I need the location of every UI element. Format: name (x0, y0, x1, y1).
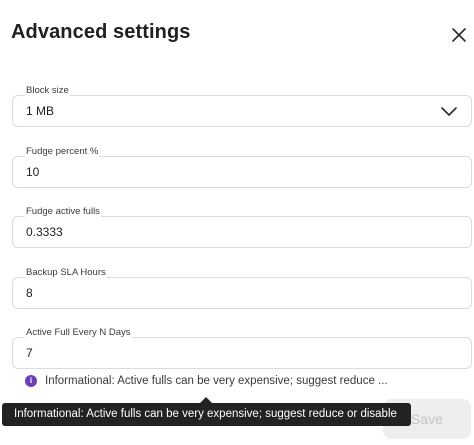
fudge-percent-label: Fudge percent % (25, 146, 100, 158)
info-icon: i (25, 375, 37, 387)
fudge-percent-field-container: Fudge percent % (12, 146, 472, 188)
backup-sla-hours-label: Backup SLA Hours (25, 267, 107, 279)
fudge-active-fulls-label: Fudge active fulls (25, 206, 101, 218)
fudge-active-fulls-field-container: Fudge active fulls (12, 206, 472, 248)
close-button[interactable] (448, 24, 470, 46)
dialog-title: Advanced settings (11, 21, 191, 43)
tooltip: Informational: Active fulls can be very … (2, 403, 411, 426)
block-size-label: Block size (25, 85, 70, 97)
fudge-percent-input[interactable] (26, 165, 426, 179)
backup-sla-hours-field-container: Backup SLA Hours (12, 267, 472, 309)
advanced-settings-dialog: Advanced settings Block size 1 MB Fudge … (0, 0, 474, 445)
chevron-down-icon[interactable] (440, 105, 458, 117)
active-full-every-n-days-label: Active Full Every N Days (25, 327, 132, 339)
active-full-every-n-days-input[interactable] (26, 346, 426, 360)
info-hint-text: Informational: Active fulls can be very … (45, 375, 388, 387)
block-size-select[interactable]: Block size 1 MB (12, 85, 472, 127)
fudge-active-fulls-input[interactable] (26, 225, 426, 239)
active-full-every-n-days-field-container: Active Full Every N Days (12, 327, 472, 369)
block-size-value: 1 MB (26, 104, 55, 118)
info-hint[interactable]: i Informational: Active fulls can be ver… (25, 374, 388, 388)
close-icon (452, 28, 466, 42)
backup-sla-hours-input[interactable] (26, 286, 426, 300)
